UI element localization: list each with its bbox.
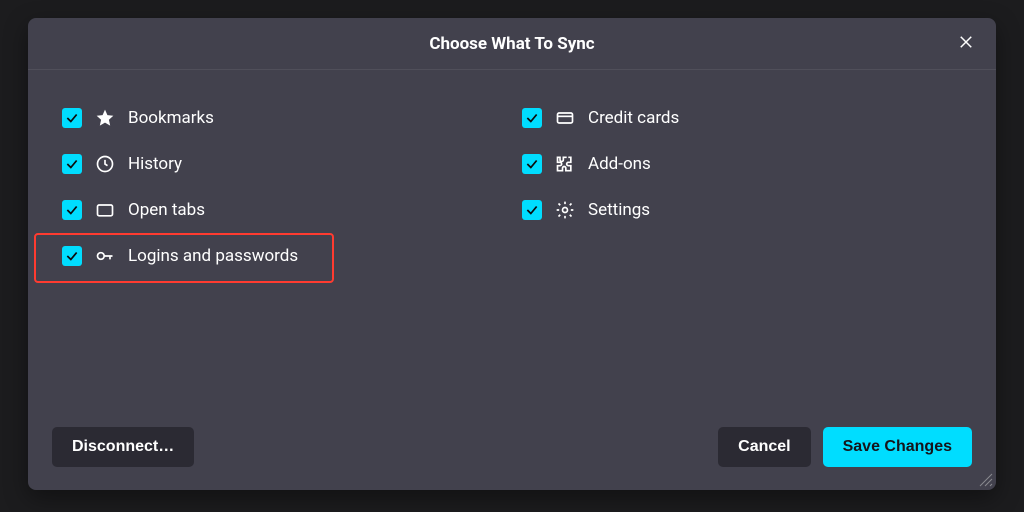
checkbox-credit-cards[interactable] bbox=[522, 108, 542, 128]
save-button[interactable]: Save Changes bbox=[823, 427, 972, 467]
label-addons: Add-ons bbox=[588, 154, 651, 174]
label-bookmarks: Bookmarks bbox=[128, 108, 214, 128]
sync-item-open-tabs: Open tabs bbox=[58, 198, 518, 222]
disconnect-button[interactable]: Disconnect… bbox=[52, 427, 194, 467]
sync-item-bookmarks: Bookmarks bbox=[58, 106, 518, 130]
sync-item-credit-cards: Credit cards bbox=[518, 106, 958, 130]
dialog-title: Choose What To Sync bbox=[429, 34, 594, 54]
dialog-header: Choose What To Sync bbox=[28, 18, 996, 70]
dialog-body: Bookmarks History Open tabs bbox=[28, 70, 996, 414]
label-history: History bbox=[128, 154, 182, 174]
close-button[interactable] bbox=[952, 30, 980, 58]
sync-dialog: Choose What To Sync Bookmarks bbox=[28, 18, 996, 490]
clock-icon bbox=[94, 153, 116, 175]
label-open-tabs: Open tabs bbox=[128, 200, 205, 220]
footer-right: Cancel Save Changes bbox=[718, 427, 972, 467]
gear-icon bbox=[554, 199, 576, 221]
tab-icon bbox=[94, 199, 116, 221]
sync-item-addons: Add-ons bbox=[518, 152, 958, 176]
star-icon bbox=[94, 107, 116, 129]
highlight-box bbox=[34, 233, 334, 283]
sync-item-history: History bbox=[58, 152, 518, 176]
cancel-button[interactable]: Cancel bbox=[718, 427, 810, 467]
sync-column-right: Credit cards Add-ons Settings bbox=[518, 106, 958, 414]
checkbox-addons[interactable] bbox=[522, 154, 542, 174]
checkbox-open-tabs[interactable] bbox=[62, 200, 82, 220]
dialog-footer: Disconnect… Cancel Save Changes bbox=[28, 414, 996, 490]
checkbox-history[interactable] bbox=[62, 154, 82, 174]
label-credit-cards: Credit cards bbox=[588, 108, 679, 128]
close-icon bbox=[957, 33, 975, 55]
resize-grip[interactable] bbox=[978, 472, 994, 488]
checkbox-bookmarks[interactable] bbox=[62, 108, 82, 128]
sync-item-settings: Settings bbox=[518, 198, 958, 222]
label-settings: Settings bbox=[588, 200, 650, 220]
card-icon bbox=[554, 107, 576, 129]
checkbox-settings[interactable] bbox=[522, 200, 542, 220]
puzzle-icon bbox=[554, 153, 576, 175]
